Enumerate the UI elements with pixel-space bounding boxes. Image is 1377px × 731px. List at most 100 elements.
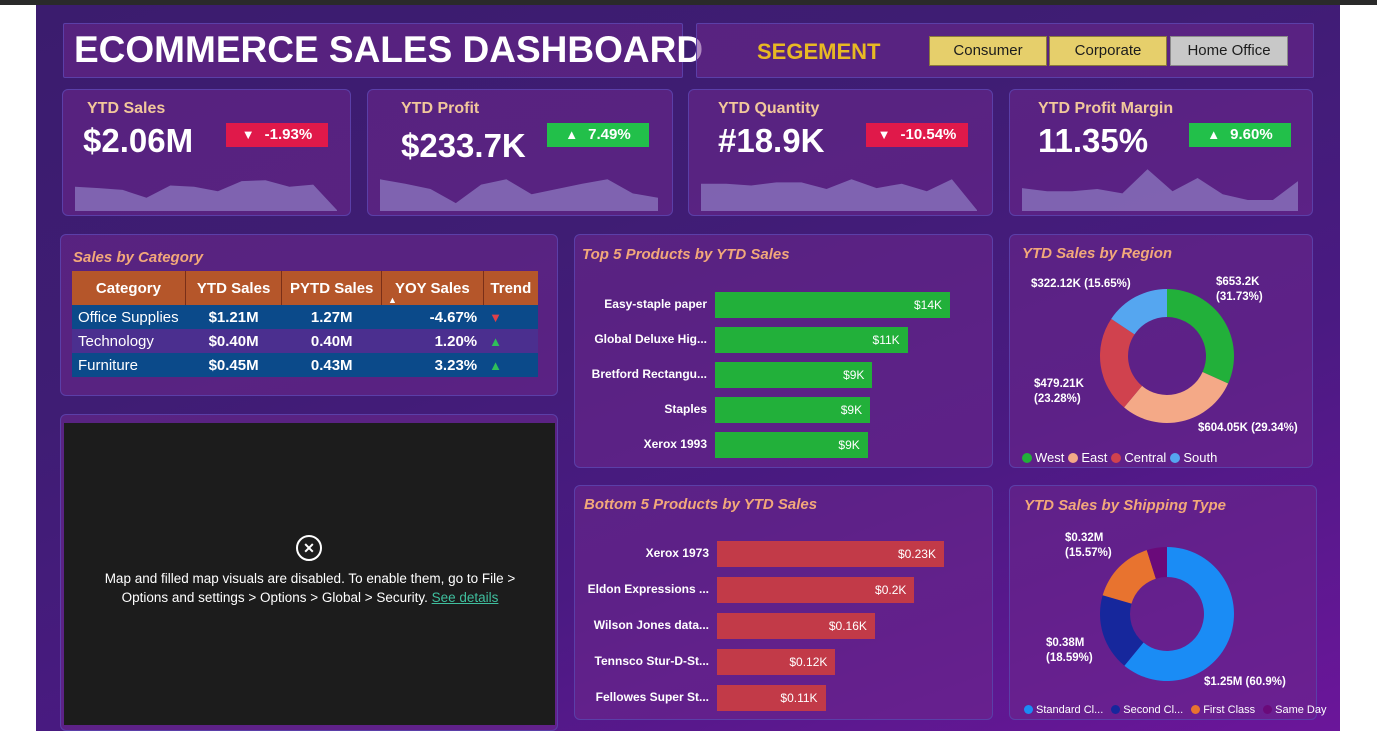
- see-details-link[interactable]: See details: [432, 590, 499, 605]
- close-circle-icon: ✕: [296, 535, 322, 561]
- legend-dot-icon: [1191, 705, 1201, 714]
- kpi-card-ytd-profit[interactable]: YTD Profit $233.7K ▲ 7.49%: [367, 89, 673, 216]
- bar-row[interactable]: Wilson Jones data... $0.16K: [575, 613, 985, 639]
- sort-ascending-icon: ▲: [388, 295, 397, 305]
- legend-dot-icon: [1024, 705, 1033, 714]
- data-label-central: $479.21K (23.28%): [1034, 377, 1084, 407]
- sparkline-ytd-profit: [380, 179, 658, 211]
- legend-item[interactable]: West: [1022, 450, 1064, 465]
- bar-category-label: Xerox 1973: [645, 546, 709, 560]
- kpi-value: $2.06M: [83, 122, 194, 159]
- bar[interactable]: $0.12K: [717, 649, 836, 675]
- segment-corporate-button[interactable]: Corporate: [1049, 36, 1167, 66]
- bar-value-label: $11K: [872, 333, 900, 347]
- table-row[interactable]: Office Supplies $1.21M 1.27M -4.67% ▼: [72, 305, 538, 329]
- bar-row[interactable]: Bretford Rectangu... $9K: [575, 362, 985, 388]
- sparkline-ytd-profit-margin: [1022, 169, 1298, 211]
- category-table: Category YTD Sales PYTD Sales YOY Sales ▲…: [72, 271, 538, 377]
- bar-value-label: $0.2K: [875, 583, 907, 597]
- kpi-card-ytd-profit-margin[interactable]: YTD Profit Margin 11.35% ▲ 9.60%: [1009, 89, 1313, 216]
- bar-row[interactable]: Fellowes Super St... $0.11K: [575, 685, 985, 711]
- bar-row[interactable]: Staples $9K: [575, 397, 985, 423]
- trend-down-icon: ▼: [489, 309, 503, 325]
- legend-label: Standard Cl...: [1036, 704, 1104, 716]
- bar[interactable]: $9K: [715, 362, 873, 388]
- column-header[interactable]: Category: [72, 271, 186, 305]
- bar[interactable]: $11K: [715, 327, 908, 353]
- column-header[interactable]: PYTD Sales: [281, 271, 383, 305]
- cell-yoy: 1.20%: [381, 329, 484, 353]
- bar[interactable]: $0.11K: [717, 685, 826, 711]
- sparkline-ytd-quantity: [701, 179, 977, 211]
- bar[interactable]: $0.2K: [717, 577, 915, 603]
- legend-item[interactable]: East: [1068, 450, 1107, 465]
- bar[interactable]: $14K: [715, 292, 950, 318]
- segment-consumer-button[interactable]: Consumer: [929, 36, 1047, 66]
- legend-item[interactable]: Standard Cl...: [1024, 704, 1103, 716]
- map-disabled-message: Map and filled map visuals are disabled.…: [84, 569, 536, 607]
- shipping-legend: Standard Cl... Second Cl... First Class Sam…: [1024, 704, 1335, 716]
- dashboard-canvas: ECOMMERCE SALES DASHBOARD SEGEMENT Consu…: [36, 5, 1340, 731]
- dashboard-title: ECOMMERCE SALES DASHBOARD: [74, 29, 704, 70]
- data-label-line: $604.05K (29.34%): [1198, 422, 1298, 434]
- kpi-title: YTD Sales: [87, 100, 166, 117]
- cell-category: Technology: [72, 329, 186, 353]
- legend-item[interactable]: Second Cl...: [1111, 704, 1183, 716]
- data-label-line: (31.73%): [1216, 291, 1263, 303]
- bar[interactable]: $9K: [715, 432, 868, 458]
- legend-item[interactable]: First Class: [1191, 704, 1255, 716]
- triangle-up-icon: ▲: [1207, 127, 1221, 142]
- bar-value-label: $0.16K: [828, 619, 867, 633]
- data-label-line: $0.38M: [1046, 637, 1085, 649]
- cell-pytd: 1.27M: [281, 305, 382, 329]
- legend-label: Same Day: [1275, 704, 1327, 716]
- legend-item[interactable]: Central: [1111, 450, 1166, 465]
- kpi-card-ytd-sales[interactable]: YTD Sales $2.06M ▼ -1.93%: [62, 89, 351, 216]
- title-panel: ECOMMERCE SALES DASHBOARD: [63, 23, 703, 78]
- cell-pytd: 0.43M: [281, 353, 382, 377]
- legend-dot-icon: [1111, 453, 1122, 463]
- bar-row[interactable]: Global Deluxe Hig... $11K: [575, 327, 985, 353]
- column-header-label: YOY Sales: [394, 279, 470, 297]
- bar-value-label: $9K: [838, 438, 860, 452]
- bar-value-label: $14K: [913, 298, 942, 312]
- bar[interactable]: $9K: [715, 397, 871, 423]
- legend-item[interactable]: South: [1170, 450, 1217, 465]
- kpi-change-badge: ▼ -1.93%: [226, 123, 328, 147]
- bar-value-label: $0.23K: [897, 547, 936, 561]
- bar-row[interactable]: Eldon Expressions ... $0.2K: [575, 577, 985, 603]
- cell-ytd: $1.21M: [185, 305, 282, 329]
- map-disabled-placeholder: ✕ Map and filled map visuals are disable…: [64, 423, 555, 725]
- bar-row[interactable]: Xerox 1973 $0.23K: [575, 541, 985, 567]
- bar[interactable]: $0.16K: [717, 613, 875, 639]
- map-panel: ✕ Map and filled map visuals are disable…: [60, 414, 558, 731]
- legend-dot-icon: [1068, 453, 1079, 463]
- kpi-value: #18.9K: [718, 122, 825, 159]
- bar-category-label: Staples: [664, 402, 707, 416]
- kpi-change: 9.60%: [1230, 126, 1273, 143]
- legend-item[interactable]: Same Day: [1263, 704, 1327, 716]
- legend-label: Central: [1124, 450, 1167, 465]
- bar-row[interactable]: Tennsco Stur-D-St... $0.12K: [575, 649, 985, 675]
- table-row[interactable]: Technology $0.40M 0.40M 1.20% ▲: [72, 329, 538, 353]
- bar-category-label: Fellowes Super St...: [595, 690, 709, 704]
- legend-label: West: [1035, 450, 1065, 465]
- column-header[interactable]: YTD Sales: [185, 271, 283, 305]
- cell-ytd: $0.40M: [185, 329, 282, 353]
- legend-label: Second Cl...: [1123, 704, 1184, 716]
- kpi-title: YTD Profit: [401, 100, 480, 117]
- column-header[interactable]: YOY Sales ▲: [381, 271, 484, 305]
- section-title: Top 5 Products by YTD Sales: [582, 246, 790, 263]
- data-label-first-class: $0.32M (15.57%): [1065, 531, 1112, 561]
- top5-products-panel: Top 5 Products by YTD Sales Easy-staple …: [574, 234, 993, 468]
- donut-slice[interactable]: [1124, 372, 1229, 424]
- bar[interactable]: $0.23K: [717, 541, 944, 567]
- kpi-card-ytd-quantity[interactable]: YTD Quantity #18.9K ▼ -10.54%: [688, 89, 993, 216]
- table-row[interactable]: Furniture $0.45M 0.43M 3.23% ▲: [72, 353, 538, 377]
- column-header[interactable]: Trend: [483, 271, 538, 305]
- bar-row[interactable]: Easy-staple paper $14K: [575, 292, 985, 318]
- bar-category-label: Eldon Expressions ...: [587, 582, 709, 596]
- bar-row[interactable]: Xerox 1993 $9K: [575, 432, 985, 458]
- segment-home-office-button[interactable]: Home Office: [1170, 36, 1288, 66]
- kpi-change-badge: ▲ 7.49%: [547, 123, 649, 147]
